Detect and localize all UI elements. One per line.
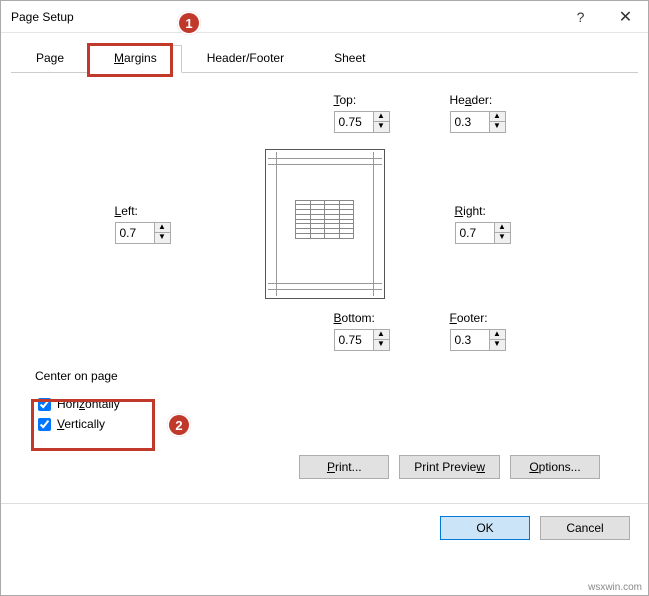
tabstrip: Page Margins Header/Footer Sheet	[11, 45, 638, 73]
tab-sheet[interactable]: Sheet	[309, 45, 390, 72]
bottom-spinner[interactable]: ▲▼	[334, 329, 390, 351]
left-label: Left:	[115, 204, 138, 218]
tab-margins[interactable]: Margins	[89, 45, 182, 73]
right-margin-group: Right: ▲▼	[455, 204, 535, 244]
footer-input[interactable]	[451, 330, 489, 350]
top-spin-buttons[interactable]: ▲▼	[373, 112, 389, 132]
footer-label: Footer:	[450, 311, 488, 325]
right-label: Right:	[455, 204, 486, 218]
close-button[interactable]: ✕	[603, 2, 648, 32]
tab-page[interactable]: Page	[11, 45, 89, 72]
secondary-buttons: Print... Print Preview Options...	[31, 441, 618, 493]
right-spinner[interactable]: ▲▼	[455, 222, 511, 244]
spin-down-icon[interactable]: ▼	[490, 340, 505, 350]
spin-down-icon[interactable]: ▼	[495, 233, 510, 243]
header-label: Header:	[450, 93, 493, 107]
top-margin-group: Top: ▲▼	[334, 93, 390, 133]
top-input[interactable]	[335, 112, 373, 132]
dialog-footer: OK Cancel	[1, 503, 648, 552]
spin-down-icon[interactable]: ▼	[374, 122, 389, 132]
callout-1: 1	[177, 11, 201, 35]
horizontally-checkbox[interactable]: Horizontally	[38, 394, 120, 414]
header-spin-buttons[interactable]: ▲▼	[489, 112, 505, 132]
horizontally-input[interactable]	[38, 398, 51, 411]
center-on-page-label: Center on page	[35, 369, 618, 383]
bottom-input[interactable]	[335, 330, 373, 350]
print-preview-button[interactable]: Print Preview	[399, 455, 500, 479]
titlebar: Page Setup ? ✕	[1, 1, 648, 33]
top-spinner[interactable]: ▲▼	[334, 111, 390, 133]
right-spin-buttons[interactable]: ▲▼	[494, 223, 510, 243]
footer-spin-buttons[interactable]: ▲▼	[489, 330, 505, 350]
bottom-margin-group: Bottom: ▲▼	[334, 311, 390, 351]
right-input[interactable]	[456, 223, 494, 243]
bottom-spin-buttons[interactable]: ▲▼	[373, 330, 389, 350]
preview-content-grid	[296, 200, 354, 238]
footer-margin-group: Footer: ▲▼	[450, 311, 506, 351]
spin-down-icon[interactable]: ▼	[490, 122, 505, 132]
left-spin-buttons[interactable]: ▲▼	[154, 223, 170, 243]
print-button[interactable]: Print...	[299, 455, 389, 479]
vertically-label: Vertically	[57, 417, 105, 431]
header-margin-group: Header: ▲▼	[450, 93, 506, 133]
page-setup-dialog: Page Setup ? ✕ 1 Page Margins Header/Foo…	[0, 0, 649, 596]
window-title: Page Setup	[11, 10, 558, 24]
tab-content: Top: ▲▼ Header: ▲▼ Left: ▲▼	[1, 73, 648, 503]
ok-button[interactable]: OK	[440, 516, 530, 540]
watermark: wsxwin.com	[588, 582, 642, 593]
footer-spinner[interactable]: ▲▼	[450, 329, 506, 351]
options-button[interactable]: Options...	[510, 455, 600, 479]
left-input[interactable]	[116, 223, 154, 243]
vertically-checkbox[interactable]: Vertically	[38, 414, 120, 434]
spin-down-icon[interactable]: ▼	[155, 233, 170, 243]
cancel-button[interactable]: Cancel	[540, 516, 630, 540]
header-spinner[interactable]: ▲▼	[450, 111, 506, 133]
help-button[interactable]: ?	[558, 2, 603, 32]
spin-down-icon[interactable]: ▼	[374, 340, 389, 350]
left-margin-group: Left: ▲▼	[115, 204, 195, 244]
bottom-label: Bottom:	[334, 311, 375, 325]
horizontally-label: Horizontally	[57, 397, 120, 411]
page-preview	[265, 149, 385, 299]
center-on-page-section: Center on page Horizontally Vertically 2	[31, 369, 618, 441]
left-spinner[interactable]: ▲▼	[115, 222, 171, 244]
top-label: Top:	[334, 93, 357, 107]
vertically-input[interactable]	[38, 418, 51, 431]
tab-header-footer[interactable]: Header/Footer	[182, 45, 309, 72]
header-input[interactable]	[451, 112, 489, 132]
callout-2: 2	[167, 413, 191, 437]
